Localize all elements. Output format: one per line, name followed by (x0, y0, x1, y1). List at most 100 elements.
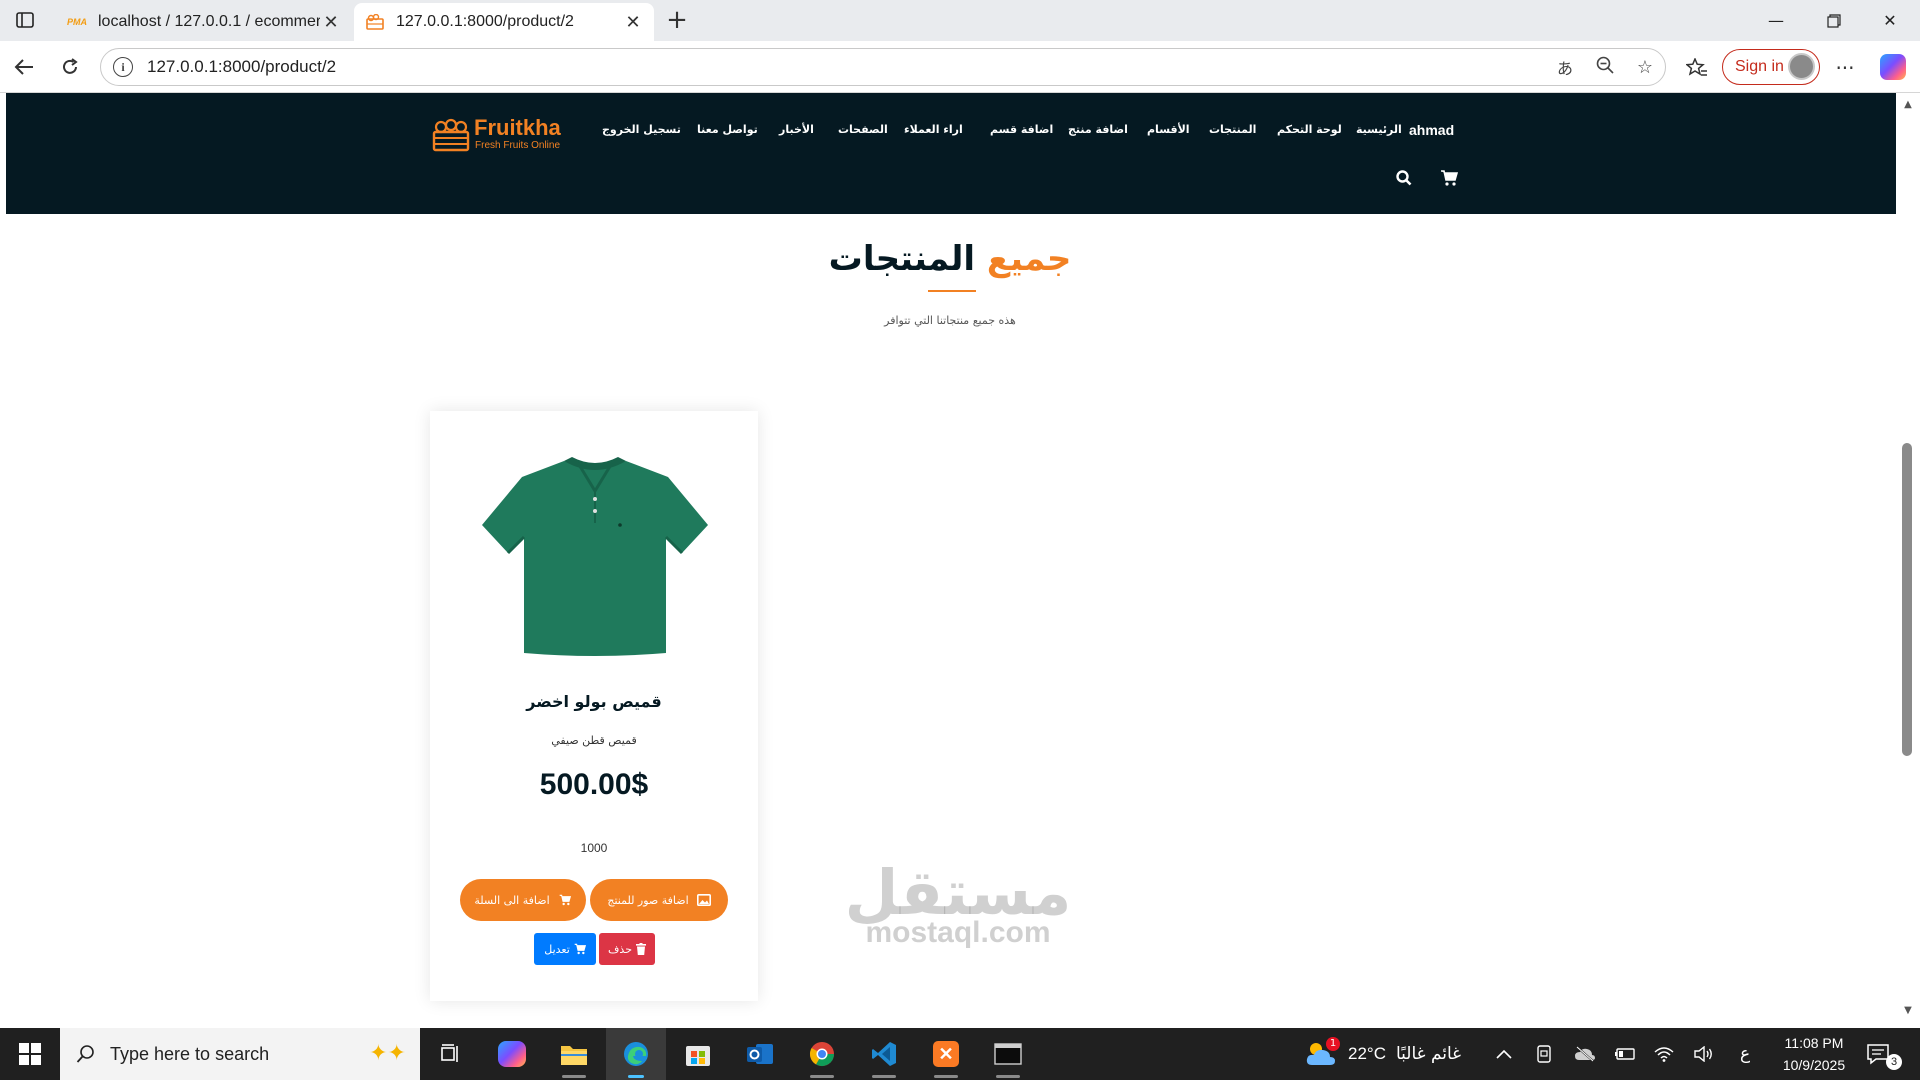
nav-categories[interactable]: الأقسام (1147, 123, 1190, 143)
windows-taskbar: Type here to search ✦✦ ✕ 1 22°C غائم غال… (0, 1028, 1920, 1080)
refresh-icon[interactable] (54, 51, 86, 83)
restore-icon[interactable] (1806, 0, 1862, 41)
zoom-out-icon[interactable] (1585, 56, 1625, 79)
tab-title: 127.0.0.1:8000/product/2 (396, 13, 574, 30)
cart-icon (559, 894, 571, 906)
site-logo[interactable]: Fruitkha Fresh Fruits Online (432, 115, 572, 155)
task-view-icon[interactable] (420, 1028, 480, 1080)
tab-phpmyadmin[interactable]: PMA localhost / 127.0.0.1 / ecommerce ✕ (56, 3, 352, 41)
scroll-down-icon[interactable]: ▼ (1902, 1005, 1914, 1016)
show-hidden-icons-icon[interactable] (1496, 1028, 1516, 1080)
favorites-icon[interactable] (1682, 53, 1712, 83)
notifications-icon[interactable]: 3 (1866, 1028, 1906, 1080)
nav-contact[interactable]: تواصل معنا (697, 123, 758, 143)
delete-label: حذف (608, 942, 632, 956)
page-scrollbar[interactable]: ▲ ▼ (1896, 93, 1920, 1027)
store-icon[interactable] (668, 1028, 728, 1080)
sparkle-icon: ✦✦ (369, 1040, 406, 1065)
address-toolbar: i 127.0.0.1:8000/product/2 あ ☆ Sign in ·… (0, 41, 1920, 93)
nav-logout[interactable]: تسجيل الخروج (602, 123, 681, 143)
windows-start-icon[interactable] (0, 1028, 60, 1080)
nav-dashboard[interactable]: لوحة التحكم (1277, 123, 1342, 143)
nav-reviews[interactable]: اراء العملاء (904, 123, 963, 143)
system-clock[interactable]: 11:08 PM 10/9/2025 (1770, 1032, 1858, 1076)
nav-add-category[interactable]: اضافة قسم (990, 123, 1053, 143)
product-name: قميص بولو اخضر (526, 692, 662, 711)
address-bar[interactable]: i 127.0.0.1:8000/product/2 あ ☆ (100, 48, 1666, 86)
nav-home[interactable]: الرئيسية (1356, 123, 1402, 143)
clock-date: 10/9/2025 (1782, 1057, 1846, 1073)
weather-widget[interactable]: 1 22°C غائم غالبًا (1304, 1028, 1461, 1080)
meet-now-icon[interactable] (1536, 1028, 1556, 1080)
search-icon (76, 1045, 94, 1063)
site-header: Fruitkha Fresh Fruits Online ahmad الرئي… (6, 93, 1896, 214)
vscode-icon[interactable] (854, 1028, 914, 1080)
scroll-up-icon[interactable]: ▲ (1902, 99, 1914, 110)
watermark-logo: مستقل mostaql.com (838, 862, 1078, 952)
tab-actions-icon[interactable] (10, 8, 40, 32)
nav-pages[interactable]: الصفحات (838, 123, 888, 143)
battery-icon[interactable] (1614, 1028, 1636, 1080)
product-quantity: 1000 (580, 841, 608, 855)
tab-product[interactable]: 127.0.0.1:8000/product/2 ✕ (354, 3, 654, 41)
nav-user[interactable]: ahmad (1409, 122, 1454, 142)
site-info-icon[interactable]: i (113, 57, 133, 77)
cart-icon[interactable] (1440, 169, 1458, 187)
onedrive-offline-icon[interactable] (1574, 1028, 1598, 1080)
add-to-cart-button[interactable]: اضافة الى السلة (460, 879, 586, 921)
new-tab-button[interactable]: + (662, 6, 692, 36)
add-to-cart-label: اضافة الى السلة (474, 893, 550, 907)
product-image[interactable] (482, 453, 708, 658)
search-placeholder: Type here to search (110, 1043, 270, 1064)
product-price: 500.00$ (539, 768, 649, 801)
product-description: قميص قطن صيفي (551, 734, 637, 747)
phpmyadmin-icon: PMA (67, 17, 87, 27)
file-explorer-icon[interactable] (544, 1028, 604, 1080)
more-menu-icon[interactable]: ··· (1830, 53, 1860, 83)
sign-in-button[interactable]: Sign in (1722, 49, 1820, 85)
terminal-icon[interactable] (978, 1028, 1038, 1080)
favorite-star-icon[interactable]: ☆ (1625, 57, 1665, 78)
tab-title: localhost / 127.0.0.1 / ecommerce (98, 13, 320, 30)
section-title: جميع المنتجات (0, 239, 1900, 279)
copilot-icon[interactable] (482, 1028, 542, 1080)
minimize-icon[interactable]: — (1748, 0, 1804, 41)
delete-button[interactable]: حذف (599, 933, 655, 965)
close-tab-icon[interactable]: ✕ (320, 12, 342, 33)
cart-icon (574, 943, 586, 955)
weather-text: غائم غالبًا (1395, 1044, 1462, 1064)
add-images-button[interactable]: اضافة صور للمنتج (590, 879, 728, 921)
input-language[interactable]: ع (1740, 1028, 1756, 1080)
image-icon (696, 894, 711, 906)
close-tab-icon[interactable]: ✕ (622, 12, 644, 33)
volume-icon[interactable] (1694, 1028, 1716, 1080)
nav-add-product[interactable]: اضافة منتج (1068, 123, 1128, 143)
url-text[interactable]: 127.0.0.1:8000/product/2 (147, 57, 1545, 77)
search-icon[interactable] (1395, 169, 1413, 187)
trash-icon (636, 943, 646, 955)
xampp-icon[interactable]: ✕ (916, 1028, 976, 1080)
watermark-latin: mostaql.com (865, 916, 1051, 949)
sign-in-label: Sign in (1735, 58, 1784, 75)
brand-name: Fruitkha (474, 115, 561, 140)
back-icon[interactable] (8, 51, 40, 83)
read-aloud-icon[interactable]: あ (1545, 55, 1585, 79)
weather-temp: 22°C (1348, 1044, 1386, 1063)
chrome-icon[interactable] (792, 1028, 852, 1080)
clock-time: 11:08 PM (1784, 1035, 1844, 1051)
taskbar-search-box[interactable]: Type here to search ✦✦ (60, 1028, 420, 1080)
edge-icon[interactable] (606, 1028, 666, 1080)
section-title-highlight: جميع (986, 239, 1072, 279)
edit-button[interactable]: تعديل (534, 933, 596, 965)
nav-products[interactable]: المنتجات (1209, 123, 1256, 143)
scrollbar-thumb[interactable] (1902, 443, 1912, 756)
outlook-icon[interactable] (730, 1028, 790, 1080)
browser-tab-bar: PMA localhost / 127.0.0.1 / ecommerce ✕ … (0, 0, 1920, 41)
add-images-label: اضافة صور للمنتج (607, 893, 689, 907)
profile-avatar-icon (1788, 53, 1815, 80)
section-title-main: المنتجات (828, 239, 976, 279)
wifi-icon[interactable] (1654, 1028, 1676, 1080)
close-window-icon[interactable]: ✕ (1862, 0, 1918, 41)
nav-news[interactable]: الأخبار (779, 123, 814, 143)
copilot-icon[interactable] (1880, 54, 1906, 80)
